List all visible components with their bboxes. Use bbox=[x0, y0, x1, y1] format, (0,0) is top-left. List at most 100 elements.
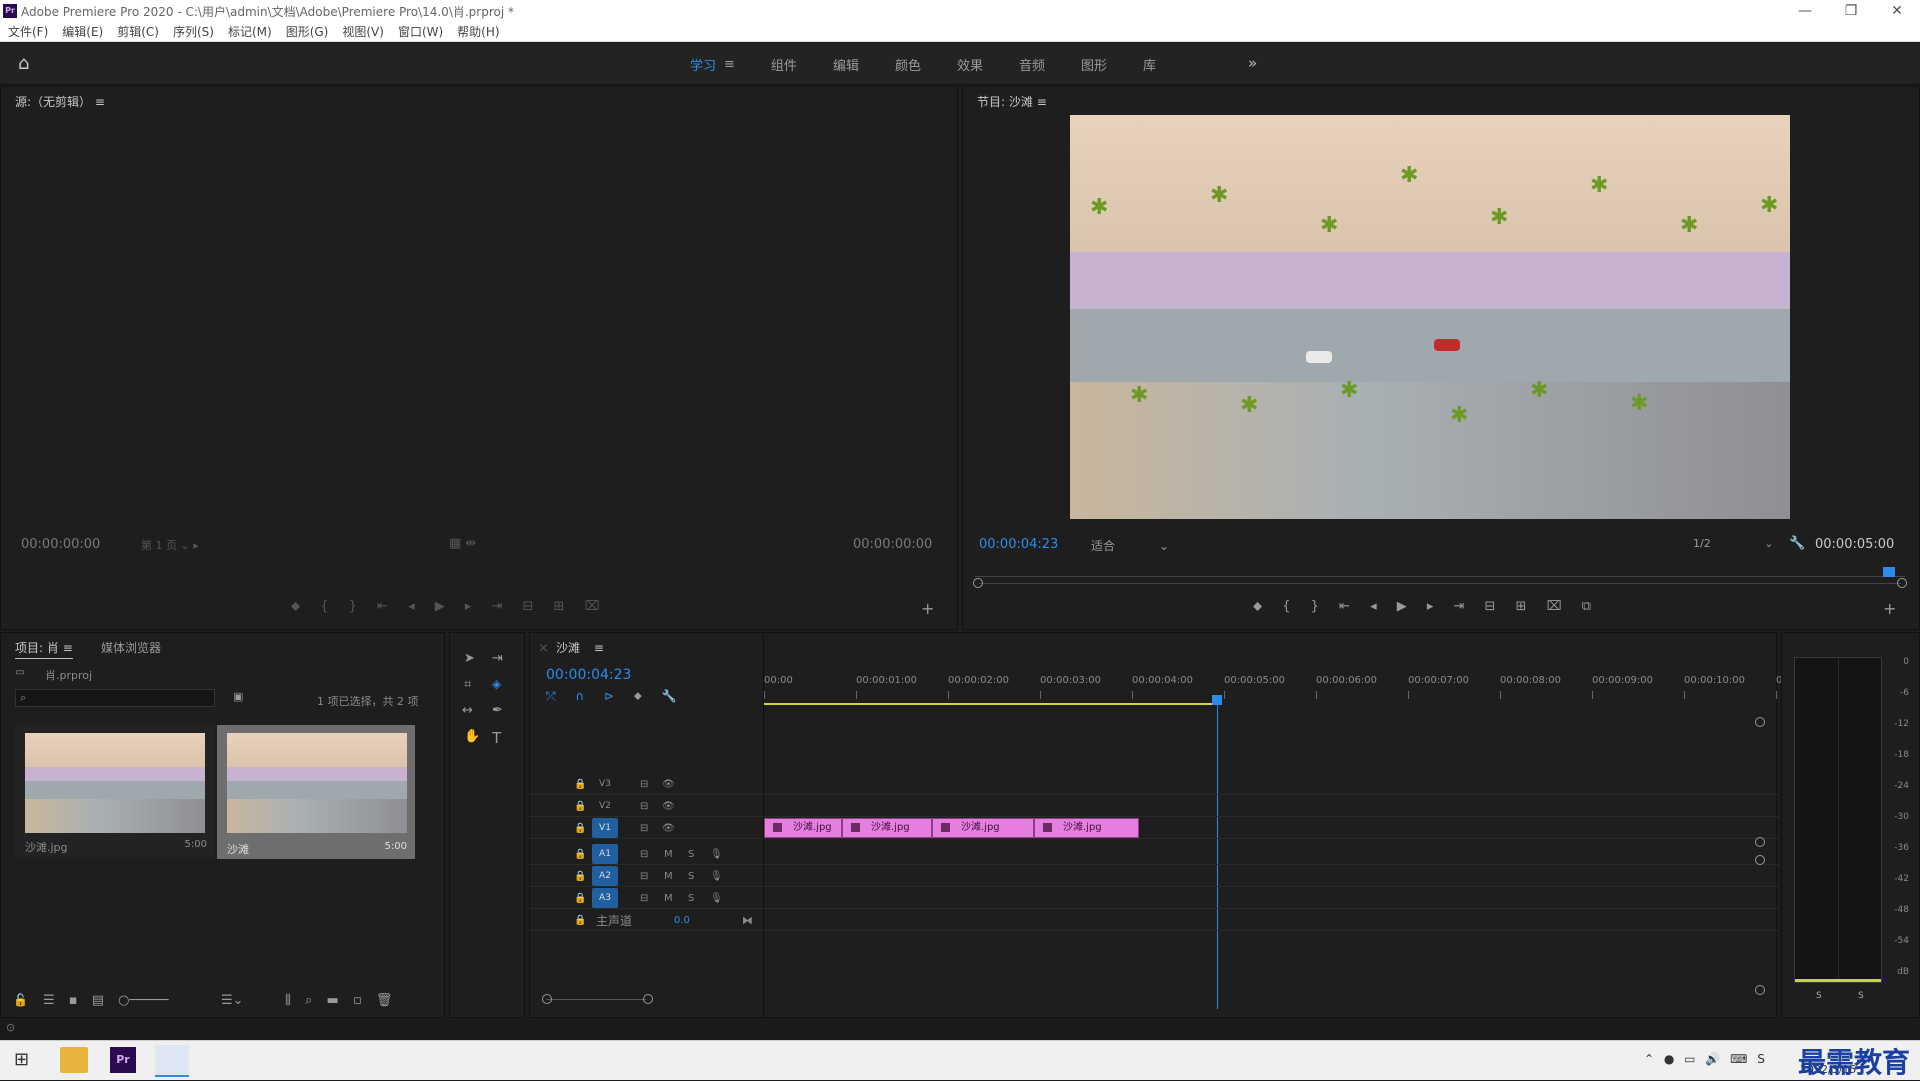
lock-icon[interactable]: 🔒 bbox=[574, 849, 586, 860]
vertical-scroll-handle[interactable] bbox=[1755, 717, 1765, 727]
project-action-icons[interactable]: ⫼ ⌕ ▬ ▫ 🗑 bbox=[285, 993, 392, 1008]
selection-tool-icon[interactable]: ➤ bbox=[464, 651, 475, 666]
program-time-ruler[interactable] bbox=[975, 565, 1905, 577]
program-zoom-left-handle[interactable] bbox=[973, 578, 983, 588]
source-page-select[interactable]: 第 1 页 ⌄ ▸ bbox=[141, 537, 199, 553]
source-add-button-icon[interactable]: + bbox=[921, 599, 934, 618]
toggle-sync-icon[interactable]: ⊟ bbox=[640, 893, 648, 904]
type-tool-icon[interactable]: T bbox=[492, 729, 501, 747]
toggle-sync-icon[interactable]: ⊟ bbox=[640, 801, 648, 812]
master-value[interactable]: 0.0 bbox=[674, 915, 690, 926]
hand-tool-icon[interactable]: ✋ bbox=[464, 729, 480, 744]
source-title[interactable]: 源:（无剪辑） ≡ bbox=[15, 93, 105, 110]
horizontal-zoom-right-handle[interactable] bbox=[643, 994, 653, 1004]
timeline-ruler[interactable]: 00:00 00:00:01:00 00:00:02:00 00:00:03:00 00… bbox=[764, 673, 1789, 699]
windows-start-icon[interactable]: ⊞ bbox=[14, 1049, 29, 1070]
solo-button[interactable]: S bbox=[688, 871, 694, 882]
program-title[interactable]: 节目: 沙滩 ≡ bbox=[977, 93, 1047, 110]
toggle-sync-icon[interactable]: ⊟ bbox=[640, 823, 648, 834]
lock-icon[interactable]: 🔒 bbox=[574, 893, 586, 904]
program-resolution-select[interactable]: 1/2 ⌄ bbox=[1693, 537, 1773, 550]
track-select-tool-icon[interactable]: ⇥ bbox=[492, 651, 503, 666]
source-settings-icon[interactable]: ▦ ⇹ bbox=[449, 536, 476, 551]
project-menu-icon[interactable]: ≡ bbox=[63, 641, 73, 655]
menu-view[interactable]: 视图(V) bbox=[342, 23, 384, 40]
slip-tool-icon[interactable]: ↔ bbox=[462, 703, 473, 718]
program-add-button-icon[interactable]: + bbox=[1883, 599, 1896, 618]
horizontal-zoom-left-handle[interactable] bbox=[542, 994, 552, 1004]
program-zoom-bar[interactable] bbox=[979, 583, 1901, 584]
system-tray-icons[interactable]: ⌃ ● ▭ 🔊 ⌨ S bbox=[1644, 1052, 1765, 1066]
timeline-playhead[interactable] bbox=[1211, 695, 1222, 705]
program-zoom-right-handle[interactable] bbox=[1897, 578, 1907, 588]
toggle-sync-icon[interactable]: ⊟ bbox=[640, 871, 648, 882]
solo-button[interactable]: S bbox=[688, 849, 694, 860]
clip[interactable]: 沙滩.jpg bbox=[932, 818, 1034, 838]
mute-button[interactable]: M bbox=[664, 893, 673, 904]
clip[interactable]: 沙滩.jpg bbox=[1034, 818, 1139, 838]
tab-project[interactable]: 项目: 肖 ≡ bbox=[15, 639, 73, 659]
maximize-button[interactable]: ❐ bbox=[1828, 3, 1874, 19]
eye-icon[interactable]: 👁 bbox=[662, 801, 675, 812]
program-settings-icon[interactable]: 🔧 bbox=[1789, 536, 1805, 551]
toggle-sync-icon[interactable]: ⊟ bbox=[640, 779, 648, 790]
view-mode-controls[interactable]: ☰ ▪ ▤ ○───── bbox=[43, 993, 169, 1008]
program-transport-controls[interactable]: ⬥ { } ⇤ ◂ ▶ ▸ ⇥ ⊟ ⊞ ⌧ ⧉ bbox=[1253, 599, 1591, 614]
workspace-tab-learning[interactable]: 学习 bbox=[690, 55, 716, 74]
premiere-taskbar-icon[interactable]: Pr bbox=[110, 1047, 136, 1073]
lock-icon[interactable]: 🔓 bbox=[13, 993, 28, 1007]
work-area-bar[interactable] bbox=[764, 703, 1219, 705]
project-search-input[interactable]: ⌕ bbox=[15, 689, 215, 707]
lock-icon[interactable]: 🔒 bbox=[574, 871, 586, 882]
voiceover-icon[interactable]: 🎙 bbox=[710, 849, 723, 860]
menu-help[interactable]: 帮助(H) bbox=[457, 23, 499, 40]
clip[interactable]: 沙滩.jpg bbox=[764, 818, 842, 838]
source-timecode[interactable]: 00:00:00:00 bbox=[21, 537, 100, 552]
track-label[interactable]: V2 bbox=[592, 796, 618, 816]
timeline-snap-controls[interactable]: ⤱ ∩ ⊳ ⬥ 🔧 bbox=[546, 689, 677, 704]
tab-media-browser[interactable]: 媒体浏览器 bbox=[101, 639, 161, 656]
track-label[interactable]: A1 bbox=[592, 844, 618, 864]
workspace-tab-effects[interactable]: 效果 bbox=[957, 55, 983, 74]
voiceover-icon[interactable]: 🎙 bbox=[710, 871, 723, 882]
pen-tool-icon[interactable]: ✒ bbox=[492, 703, 503, 718]
sort-icon[interactable]: ☰⌄ bbox=[221, 993, 244, 1008]
vertical-scroll-handle[interactable] bbox=[1755, 985, 1765, 995]
lock-icon[interactable]: 🔒 bbox=[574, 823, 586, 834]
menu-sequence[interactable]: 序列(S) bbox=[173, 23, 214, 40]
workspace-tab-assembly[interactable]: 组件 bbox=[771, 55, 797, 74]
eye-icon[interactable]: 👁 bbox=[662, 823, 675, 834]
menu-clip[interactable]: 剪辑(C) bbox=[117, 23, 159, 40]
menu-file[interactable]: 文件(F) bbox=[8, 23, 48, 40]
solo-button[interactable]: S bbox=[688, 893, 694, 904]
source-menu-icon[interactable]: ≡ bbox=[95, 95, 105, 109]
clip[interactable]: 沙滩.jpg bbox=[842, 818, 932, 838]
timeline-timecode[interactable]: 00:00:04:23 bbox=[546, 667, 631, 683]
new-search-bin-icon[interactable]: ▣ bbox=[233, 690, 243, 703]
menu-markers[interactable]: 标记(M) bbox=[228, 23, 272, 40]
home-icon[interactable]: ⌂ bbox=[18, 55, 38, 73]
file-explorer-icon[interactable] bbox=[60, 1047, 88, 1073]
workspace-tab-audio[interactable]: 音频 bbox=[1019, 55, 1045, 74]
minimize-button[interactable]: — bbox=[1782, 3, 1828, 19]
menu-window[interactable]: 窗口(W) bbox=[398, 23, 443, 40]
menu-graphics[interactable]: 图形(G) bbox=[286, 23, 329, 40]
toggle-sync-icon[interactable]: ⊟ bbox=[640, 849, 648, 860]
program-fit-select[interactable]: 适合 ⌄ bbox=[1091, 537, 1169, 554]
workspace-tab-graphics[interactable]: 图形 bbox=[1081, 55, 1107, 74]
workspace-tab-color[interactable]: 颜色 bbox=[895, 55, 921, 74]
workspace-tab-libraries[interactable]: 库 bbox=[1143, 55, 1156, 74]
active-app-taskbar-icon[interactable] bbox=[155, 1045, 189, 1077]
workspace-tab-editing[interactable]: 编辑 bbox=[833, 55, 859, 74]
project-item-sequence[interactable]: 沙滩 5:00 bbox=[217, 725, 415, 859]
horizontal-zoom-bar[interactable] bbox=[546, 999, 646, 1000]
vertical-scroll-handle[interactable] bbox=[1755, 855, 1765, 865]
track-label[interactable]: V3 bbox=[592, 774, 618, 794]
program-timecode[interactable]: 00:00:04:23 bbox=[979, 537, 1058, 552]
workspace-menu-icon[interactable]: ≡ bbox=[724, 57, 735, 72]
project-item-image[interactable]: 沙滩.jpg 5:00 bbox=[15, 725, 215, 857]
lock-icon[interactable]: 🔒 bbox=[574, 915, 586, 926]
mute-button[interactable]: M bbox=[664, 849, 673, 860]
master-expand-icon[interactable]: ⧓ bbox=[742, 914, 753, 927]
ripple-edit-tool-icon[interactable]: ⌗ bbox=[464, 677, 471, 692]
